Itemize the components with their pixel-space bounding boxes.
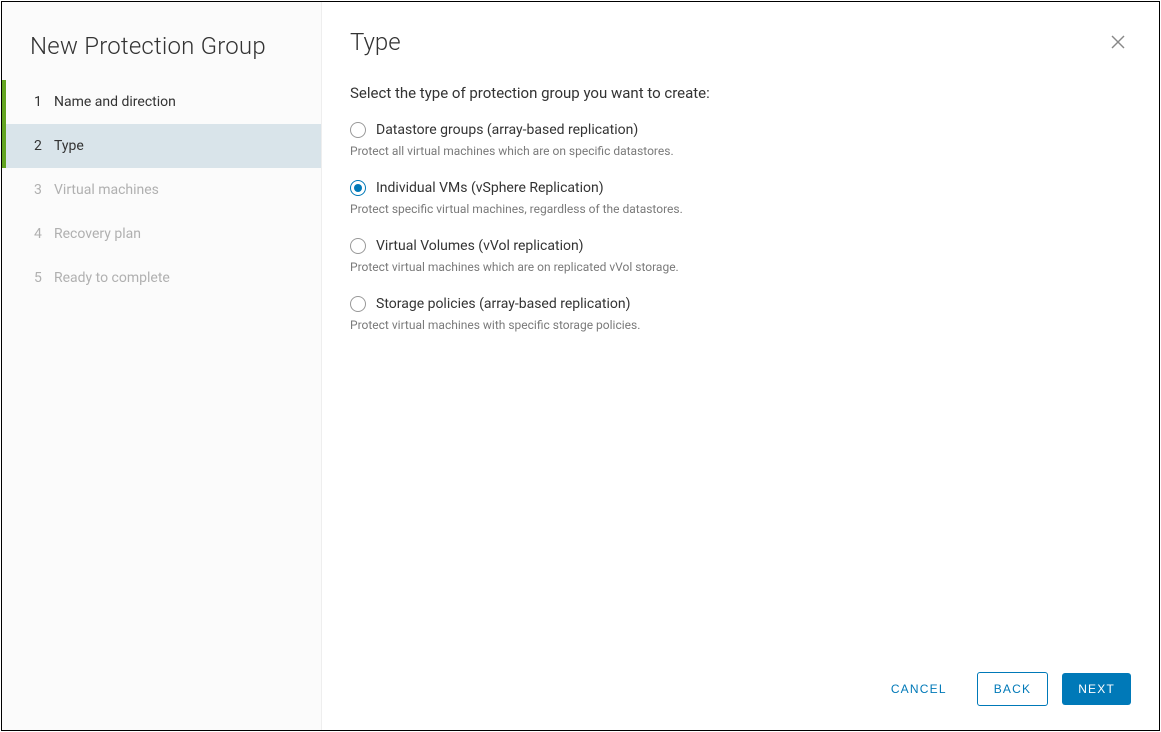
step-type: 2 Type bbox=[2, 124, 321, 168]
back-button[interactable]: BACK bbox=[977, 672, 1048, 706]
option-description: Protect virtual machines with specific s… bbox=[350, 318, 1131, 332]
step-label: Type bbox=[54, 138, 84, 154]
cancel-button[interactable]: CANCEL bbox=[875, 673, 963, 705]
option-label: Datastore groups (array-based replicatio… bbox=[376, 122, 638, 138]
option-label: Storage policies (array-based replicatio… bbox=[376, 296, 630, 312]
next-button[interactable]: NEXT bbox=[1062, 673, 1131, 705]
radio-row-virtual-volumes[interactable]: Virtual Volumes (vVol replication) bbox=[350, 238, 1131, 254]
option-description: Protect specific virtual machines, regar… bbox=[350, 202, 1131, 216]
radio-row-datastore-groups[interactable]: Datastore groups (array-based replicatio… bbox=[350, 122, 1131, 138]
radio-icon bbox=[350, 238, 366, 254]
step-ready-to-complete: 5 Ready to complete bbox=[2, 256, 321, 300]
radio-row-individual-vms[interactable]: Individual VMs (vSphere Replication) bbox=[350, 180, 1131, 196]
wizard-sidebar: New Protection Group 1 Name and directio… bbox=[2, 2, 322, 730]
radio-row-storage-policies[interactable]: Storage policies (array-based replicatio… bbox=[350, 296, 1131, 312]
close-button[interactable] bbox=[1105, 29, 1131, 55]
step-number: 4 bbox=[34, 226, 54, 242]
option-virtual-volumes: Virtual Volumes (vVol replication) Prote… bbox=[350, 238, 1131, 274]
main-header: Type bbox=[322, 2, 1159, 74]
wizard-main: Type Select the type of protection group… bbox=[322, 2, 1159, 730]
step-name-and-direction[interactable]: 1 Name and direction bbox=[2, 80, 321, 124]
wizard-dialog: New Protection Group 1 Name and directio… bbox=[1, 1, 1160, 731]
option-label: Virtual Volumes (vVol replication) bbox=[376, 238, 584, 254]
option-description: Protect virtual machines which are on re… bbox=[350, 260, 1131, 274]
step-number: 3 bbox=[34, 182, 54, 198]
close-icon bbox=[1109, 33, 1127, 51]
option-storage-policies: Storage policies (array-based replicatio… bbox=[350, 296, 1131, 332]
option-label: Individual VMs (vSphere Replication) bbox=[376, 180, 604, 196]
step-virtual-machines: 3 Virtual machines bbox=[2, 168, 321, 212]
wizard-footer: CANCEL BACK NEXT bbox=[322, 654, 1159, 730]
wizard-title: New Protection Group bbox=[2, 26, 321, 80]
radio-icon bbox=[350, 180, 366, 196]
option-datastore-groups: Datastore groups (array-based replicatio… bbox=[350, 122, 1131, 158]
step-number: 1 bbox=[34, 94, 54, 110]
instruction-text: Select the type of protection group you … bbox=[350, 84, 1131, 102]
step-label: Name and direction bbox=[54, 94, 176, 110]
step-label: Ready to complete bbox=[54, 270, 170, 286]
page-title: Type bbox=[350, 28, 1105, 56]
option-individual-vms: Individual VMs (vSphere Replication) Pro… bbox=[350, 180, 1131, 216]
content-area: Select the type of protection group you … bbox=[322, 74, 1159, 654]
option-description: Protect all virtual machines which are o… bbox=[350, 144, 1131, 158]
step-recovery-plan: 4 Recovery plan bbox=[2, 212, 321, 256]
radio-icon bbox=[350, 296, 366, 312]
step-label: Recovery plan bbox=[54, 226, 141, 242]
step-number: 2 bbox=[34, 138, 54, 154]
step-number: 5 bbox=[34, 270, 54, 286]
step-label: Virtual machines bbox=[54, 182, 159, 198]
step-list: 1 Name and direction 2 Type 3 Virtual ma… bbox=[2, 80, 321, 300]
radio-icon bbox=[350, 122, 366, 138]
